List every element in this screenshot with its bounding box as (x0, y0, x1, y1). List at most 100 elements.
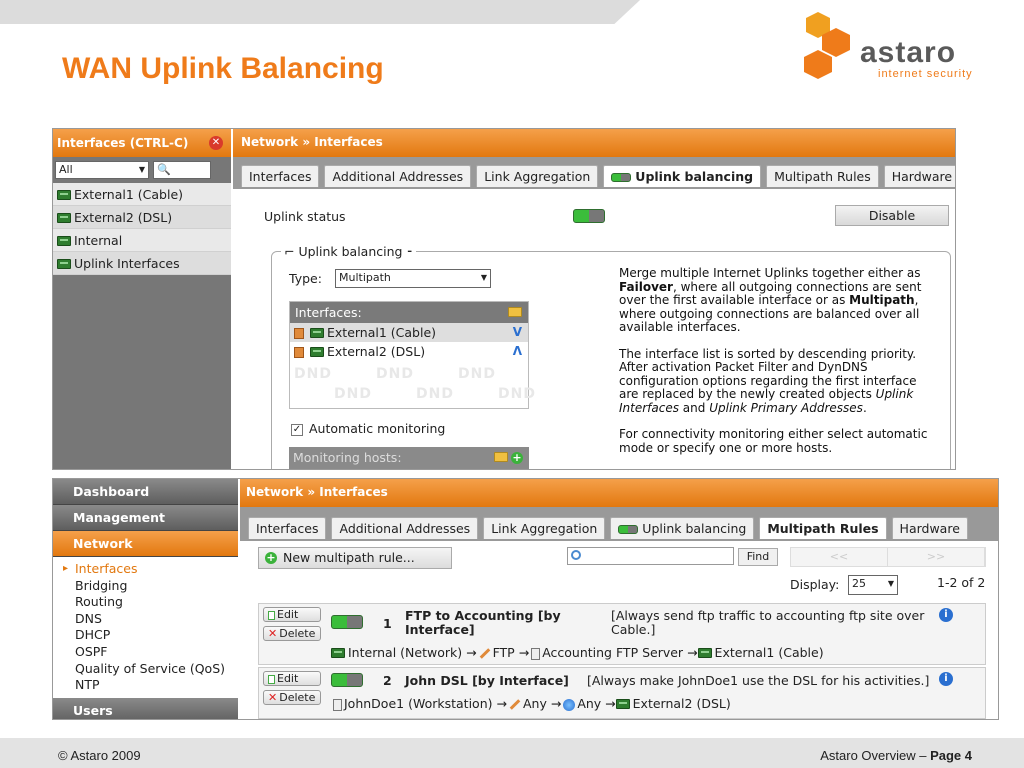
automatic-monitoring-checkbox[interactable]: ✓ Automatic monitoring (291, 421, 445, 436)
tab-link-aggregation[interactable]: Link Aggregation (476, 165, 599, 187)
chevron-down-icon[interactable]: V (513, 323, 522, 342)
find-button[interactable]: Find (738, 548, 778, 566)
tab-multipath-rules[interactable]: Multipath Rules (759, 517, 887, 539)
network-card-icon (615, 698, 630, 709)
nav-item-routing[interactable]: Routing (53, 594, 238, 611)
nav-item-ntp[interactable]: NTP (53, 677, 238, 694)
tab-interfaces[interactable]: Interfaces (248, 517, 327, 539)
tab-interfaces[interactable]: Interfaces (241, 165, 320, 187)
sidebar-item-uplink-interfaces[interactable]: Uplink Interfaces (53, 252, 231, 275)
disable-button[interactable]: Disable (835, 205, 949, 226)
help-text: Merge multiple Internet Uplinks together… (619, 266, 928, 455)
tab-additional-addresses[interactable]: Additional Addresses (324, 165, 472, 187)
service-icon (509, 699, 521, 710)
info-icon[interactable]: i (939, 608, 953, 622)
edit-button[interactable]: Edit (263, 671, 321, 686)
delete-button[interactable]: ✕ Delete (263, 690, 321, 705)
nav-item-ospf[interactable]: OSPF (53, 644, 238, 661)
rule-name: John DSL [by Interface] (405, 673, 569, 688)
nav-item-bridging[interactable]: Bridging (53, 578, 238, 595)
nav-network[interactable]: Network (53, 531, 238, 557)
delete-button[interactable]: ✕ Delete (263, 626, 321, 641)
uplink-balancing-screenshot: Interfaces (CTRL-C) ✕ All 🔍 External1 (C… (52, 128, 956, 470)
breadcrumb: Network » Interfaces (240, 479, 998, 507)
network-card-icon (57, 212, 71, 223)
trash-icon[interactable] (294, 347, 304, 358)
rule-number: 2 (383, 673, 392, 688)
pager-next-button[interactable]: >> (888, 548, 985, 566)
type-select[interactable]: Multipath (335, 269, 491, 288)
tab-additional-addresses[interactable]: Additional Addresses (331, 517, 479, 539)
tab-multipath-rules[interactable]: Multipath Rules (766, 165, 879, 187)
interfaces-list-header: Interfaces: (290, 302, 528, 323)
info-icon[interactable]: i (939, 672, 953, 686)
uplink-status-label: Uplink status (264, 209, 346, 224)
sidebar-item-external2[interactable]: External2 (DSL) (53, 206, 231, 229)
astaro-logo: astaro internet security (800, 10, 1005, 88)
chevron-up-icon[interactable]: Λ (513, 342, 522, 361)
trash-icon[interactable] (294, 328, 304, 339)
close-icon[interactable]: ✕ (209, 136, 223, 150)
table-row: Edit ✕ Delete 1 FTP to Accounting [by Int… (258, 603, 986, 665)
network-card-icon (697, 647, 712, 658)
filter-select[interactable]: All (55, 161, 149, 179)
list-item[interactable]: External2 (DSL) Λ (290, 342, 528, 361)
nav-management[interactable]: Management (53, 505, 238, 531)
tab-uplink-balancing[interactable]: Uplink balancing (603, 165, 762, 187)
folder-icon[interactable] (508, 307, 522, 317)
nav-users[interactable]: Users (53, 697, 238, 719)
main-content: Network » Interfaces Interfaces Addition… (240, 479, 998, 719)
nav-dashboard[interactable]: Dashboard (53, 479, 238, 505)
top-band (0, 0, 640, 24)
rule-name: FTP to Accounting [by Interface] (405, 608, 561, 637)
rule-enable-toggle[interactable] (331, 615, 363, 629)
rule-comment: [Always send ftp traffic to accounting f… (611, 608, 925, 637)
add-icon: + (265, 551, 277, 564)
network-icon (331, 647, 345, 658)
add-icon[interactable]: + (511, 452, 523, 464)
monitoring-hosts-header: Monitoring hosts: + (289, 447, 529, 469)
edit-button[interactable]: Edit (263, 607, 321, 622)
footer-copyright: © Astaro 2009 (58, 748, 141, 763)
table-row: Edit ✕ Delete 2 John DSL [by Interface] [… (258, 667, 986, 719)
fieldset-legend: ⌐ Uplink balancing ⁃ (281, 244, 416, 259)
edit-icon (268, 674, 275, 684)
drag-drop-area[interactable]: DND DND DND DND DND DND (290, 364, 535, 408)
network-submenu: Interfaces Bridging Routing DNS DHCP OSP… (53, 557, 238, 698)
tab-bar: Interfaces Additional Addresses Link Agg… (240, 507, 998, 541)
uplink-balancing-content: Uplink status Disable ⌐ Uplink balancing… (233, 189, 955, 469)
rules-toolbar: + New multipath rule... Find << >> Displa… (240, 541, 998, 601)
pager: << >> (790, 547, 986, 567)
slide-title: WAN Uplink Balancing (62, 52, 384, 85)
logo-hexagons-icon (804, 12, 850, 79)
network-card-icon (57, 189, 71, 200)
display-count-select[interactable]: 25 (848, 575, 898, 595)
checkbox-checked-icon[interactable]: ✓ (291, 423, 303, 436)
tab-link-aggregation[interactable]: Link Aggregation (483, 517, 606, 539)
network-card-icon (57, 258, 71, 269)
delete-icon: ✕ (268, 691, 278, 704)
folder-icon[interactable] (494, 452, 508, 462)
search-input[interactable] (567, 547, 734, 565)
breadcrumb: Network » Interfaces (233, 129, 955, 157)
tab-uplink-balancing[interactable]: Uplink balancing (610, 517, 755, 539)
nav-item-dhcp[interactable]: DHCP (53, 627, 238, 644)
sidebar-item-external1[interactable]: External1 (Cable) (53, 183, 231, 206)
sidebar-filter-row: All 🔍 (53, 157, 231, 183)
new-multipath-rule-button[interactable]: + New multipath rule... (258, 547, 452, 569)
list-item[interactable]: External1 (Cable) V (290, 323, 528, 342)
uplink-status-toggle[interactable] (573, 209, 605, 223)
nav-item-qos[interactable]: Quality of Service (QoS) (53, 661, 238, 678)
sidebar-search-input[interactable]: 🔍 (153, 161, 211, 179)
sidebar-item-internal[interactable]: Internal (53, 229, 231, 252)
rule-enable-toggle[interactable] (331, 673, 363, 687)
network-card-icon (310, 327, 324, 338)
sidebar-header: Interfaces (CTRL-C) ✕ (53, 129, 231, 157)
nav-item-dns[interactable]: DNS (53, 611, 238, 628)
nav-item-interfaces[interactable]: Interfaces (53, 561, 238, 578)
pager-prev-button[interactable]: << (791, 548, 888, 566)
main-content: Network » Interfaces Interfaces Addition… (233, 129, 955, 469)
tab-hardware[interactable]: Hardware (883, 165, 955, 187)
interfaces-list: Interfaces: External1 (Cable) V External… (289, 301, 535, 409)
tab-hardware[interactable]: Hardware (891, 517, 968, 539)
